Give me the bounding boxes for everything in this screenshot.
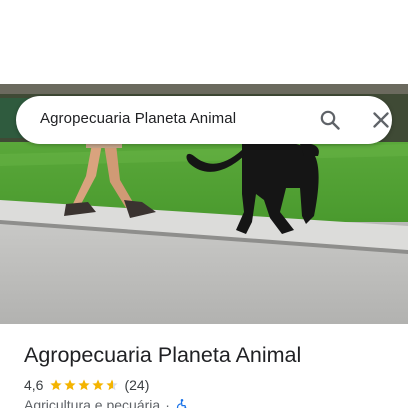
search-icon[interactable] — [318, 108, 342, 132]
star-icon — [106, 379, 119, 391]
place-title: Agropecuaria Planeta Animal — [24, 343, 302, 367]
star-icon — [64, 379, 77, 391]
place-category: Agricultura e pecuária — [24, 397, 161, 408]
review-count[interactable]: (24) — [124, 377, 149, 393]
search-input[interactable]: Agropecuaria Planeta Animal — [40, 110, 236, 127]
rating-row[interactable]: 4,6 (24) — [24, 376, 149, 394]
wheelchair-icon — [175, 398, 189, 408]
close-icon[interactable] — [369, 108, 393, 132]
category-row: Agricultura e pecuária · — [24, 396, 189, 408]
star-icon — [92, 379, 105, 391]
rating-stars — [49, 378, 119, 392]
search-bar[interactable]: Agropecuaria Planeta Animal — [16, 96, 392, 144]
star-icon — [78, 379, 91, 391]
place-page: Agropecuaria Planeta Animal Agropecuaria… — [0, 0, 408, 408]
separator: · — [165, 397, 170, 408]
place-info-panel: Agropecuaria Planeta Animal 4,6 (24) Agr… — [0, 324, 408, 408]
rating-value: 4,6 — [24, 377, 44, 393]
star-icon — [50, 379, 63, 391]
top-blank-area — [0, 0, 408, 84]
